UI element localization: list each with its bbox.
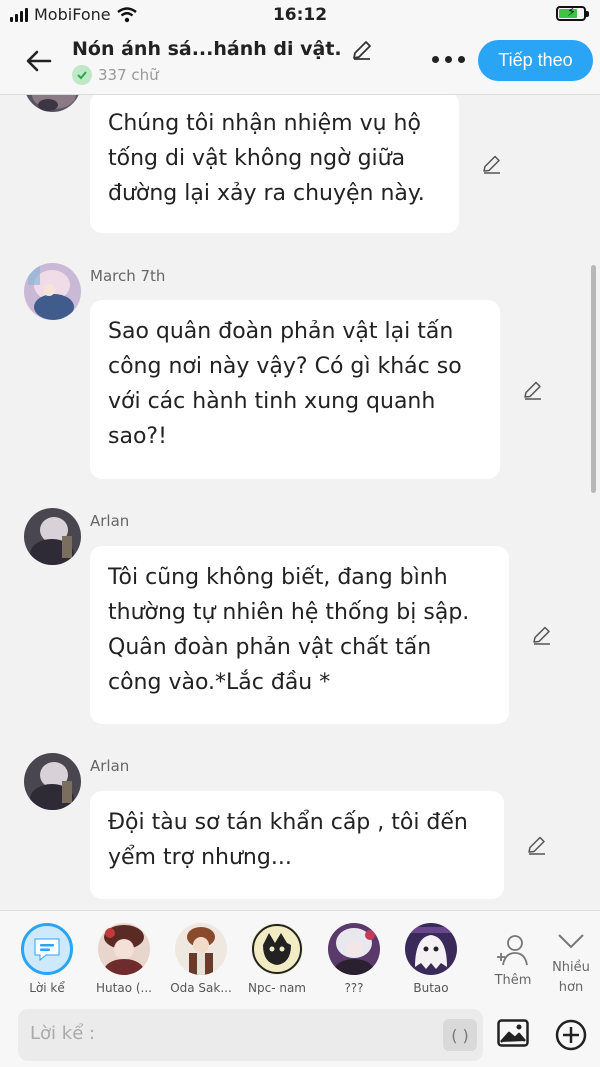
more-characters-label: hơn [558,980,584,995]
input-bar: Lời kể : ( ) [0,1003,600,1067]
clock: 16:12 [272,5,328,25]
edit-message-icon[interactable] [530,623,554,647]
message-bubble[interactable]: Đội tàu sơ tán khẩn cấp , tôi đến yểm tr… [90,791,504,899]
character-avatar [175,923,227,975]
character-label: Lời kể [29,981,65,995]
message-text: Sao quân đoàn phản vật lại tấn công nơi … [108,319,462,449]
character-bar: Lời kể Hutao (... Oda Sak... Npc- nam ??… [0,910,600,1003]
edit-message-icon[interactable] [480,152,504,176]
edit-message-icon[interactable] [521,378,545,402]
word-count: 337 chữ [72,65,159,85]
avatar-march-7th[interactable] [24,263,81,320]
input-placeholder: Lời kể : [30,1023,96,1044]
character-npc-nam[interactable]: Npc- nam [242,923,312,995]
more-options-icon[interactable] [432,56,465,63]
add-character-button[interactable]: Thêm [490,933,536,988]
battery-icon: ⚡ [556,5,589,21]
character-unknown[interactable]: ??? [319,923,389,995]
speaker-name: March 7th [90,267,166,285]
character-avatar [98,923,150,975]
chat-area[interactable]: Chúng tôi nhận nhiệm vụ hộ tống di vật k… [0,95,600,910]
message-text: Tôi cũng không biết, đang bình thường tự… [108,565,470,695]
add-user-icon [497,935,528,966]
more-characters-button[interactable]: Nhiều hơn [546,931,596,998]
character-avatar [328,923,380,975]
speaker-name: Arlan [90,757,130,775]
character-avatar [405,923,457,975]
story-title[interactable]: Nón ánh sá...hánh di vật. [72,38,342,60]
scrollbar[interactable] [591,265,596,493]
edit-message-icon[interactable] [525,833,549,857]
character-label: Npc- nam [248,981,306,995]
word-count-label: 337 chữ [98,66,159,84]
avatar[interactable] [24,95,81,112]
avatar-arlan[interactable] [24,753,81,810]
add-character-label: Thêm [494,973,532,988]
parenthesis-button[interactable]: ( ) [443,1019,477,1051]
character-label: Hutao (... [96,981,152,995]
character-label: Oda Sak... [170,981,232,995]
character-label: Butao [413,981,449,995]
narration-input[interactable]: Lời kể : ( ) [18,1009,483,1061]
status-bar: MobiFone 16:12 ⚡ [0,0,600,30]
check-icon [72,65,92,85]
message-text: Đội tàu sơ tán khẩn cấp , tôi đến yểm tr… [108,810,468,870]
character-narrator[interactable]: Lời kể [12,923,82,995]
narrator-avatar [21,923,73,975]
character-avatar [251,923,303,975]
message-text: Chúng tôi nhận nhiệm vụ hộ tống di vật k… [108,111,425,206]
next-button[interactable]: Tiếp theo [478,40,593,81]
avatar-arlan[interactable] [24,508,81,565]
speaker-name: Arlan [90,512,130,530]
top-bar: Nón ánh sá...hánh di vật. 337 chữ Tiếp t… [0,30,600,95]
character-oda[interactable]: Oda Sak... [166,923,236,995]
character-label: ??? [344,981,364,995]
edit-title-icon[interactable] [350,38,374,62]
character-butao[interactable]: Butao [396,923,466,995]
plus-icon[interactable] [555,1019,587,1051]
message-bubble[interactable]: Sao quân đoàn phản vật lại tấn công nơi … [90,300,500,479]
back-arrow-icon[interactable] [24,46,54,76]
message-bubble[interactable]: Chúng tôi nhận nhiệm vụ hộ tống di vật k… [90,95,459,233]
message-bubble[interactable]: Tôi cũng không biết, đang bình thường tự… [90,546,509,724]
more-characters-label: Nhiều [552,960,590,975]
character-hutao[interactable]: Hutao (... [89,923,159,995]
image-icon[interactable] [497,1019,529,1047]
chevron-down-icon [558,934,584,949]
